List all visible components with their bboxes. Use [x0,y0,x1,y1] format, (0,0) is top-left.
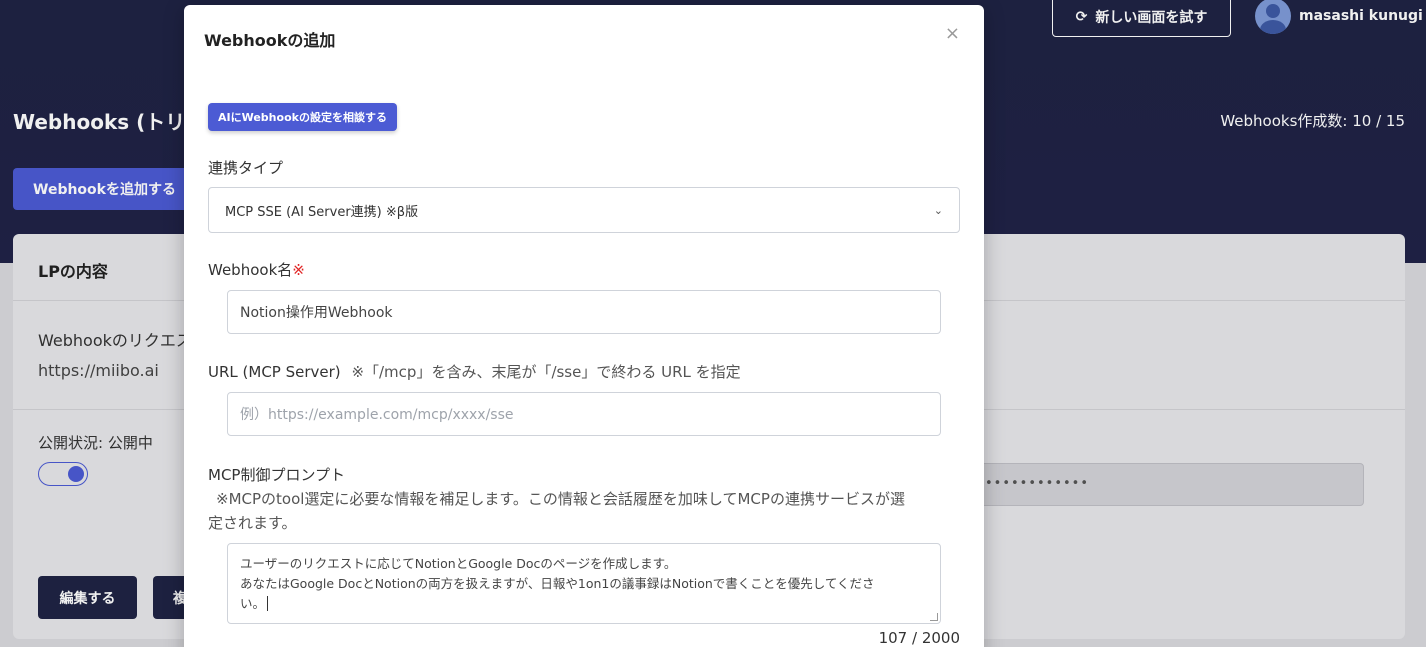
type-label: 連携タイプ [208,159,284,177]
url-input[interactable]: 例）https://example.com/mcp/xxxx/sse [227,392,941,436]
ai-consult-button[interactable]: AIにWebhookの設定を相談する [208,103,397,131]
prompt-label: MCP制御プロンプト [208,466,346,484]
prompt-line: ユーザーのリクエストに応じてNotionとGoogle Docのページを作成しま… [240,556,677,571]
prompt-note-line2: 定されます。 [208,514,297,532]
prompt-label-block: MCP制御プロンプト ※MCPのtool選定に必要な情報を補足します。この情報と… [208,463,968,535]
url-label-text: URL (MCP Server) [208,363,341,381]
url-note: ※「/mcp」を含み、末尾が「/sse」で終わる URL を指定 [351,363,741,381]
prompt-line: あなたはGoogle DocとNotionの両方を扱えますが、日報や1on1の議… [240,576,875,591]
close-icon[interactable]: × [945,23,960,44]
type-select-value: MCP SSE (AI Server連携) ※β版 [225,204,419,220]
name-label-text: Webhook名 [208,261,293,279]
url-label: URL (MCP Server) ※「/mcp」を含み、末尾が「/sse」で終わ… [208,361,741,382]
add-webhook-modal: Webhookの追加 × AIにWebhookの設定を相談する 連携タイプ MC… [184,5,984,647]
prompt-note-line1: ※MCPのtool選定に必要な情報を補足します。この情報と会話履歴を加味してMC… [216,490,905,508]
type-select[interactable]: MCP SSE (AI Server連携) ※β版 ⌄ [208,187,960,233]
resize-handle[interactable] [930,613,938,621]
required-mark: ※ [292,261,305,279]
prompt-textarea[interactable]: ユーザーのリクエストに応じてNotionとGoogle Docのページを作成しま… [227,543,941,624]
modal-title: Webhookの追加 [204,31,336,50]
prompt-line: い。 [240,594,928,614]
name-label: Webhook名※ [208,259,305,280]
char-count: 107 / 2000 [878,629,960,647]
chevron-down-icon: ⌄ [933,203,943,217]
webhook-name-input[interactable]: Notion操作用Webhook [227,290,941,334]
